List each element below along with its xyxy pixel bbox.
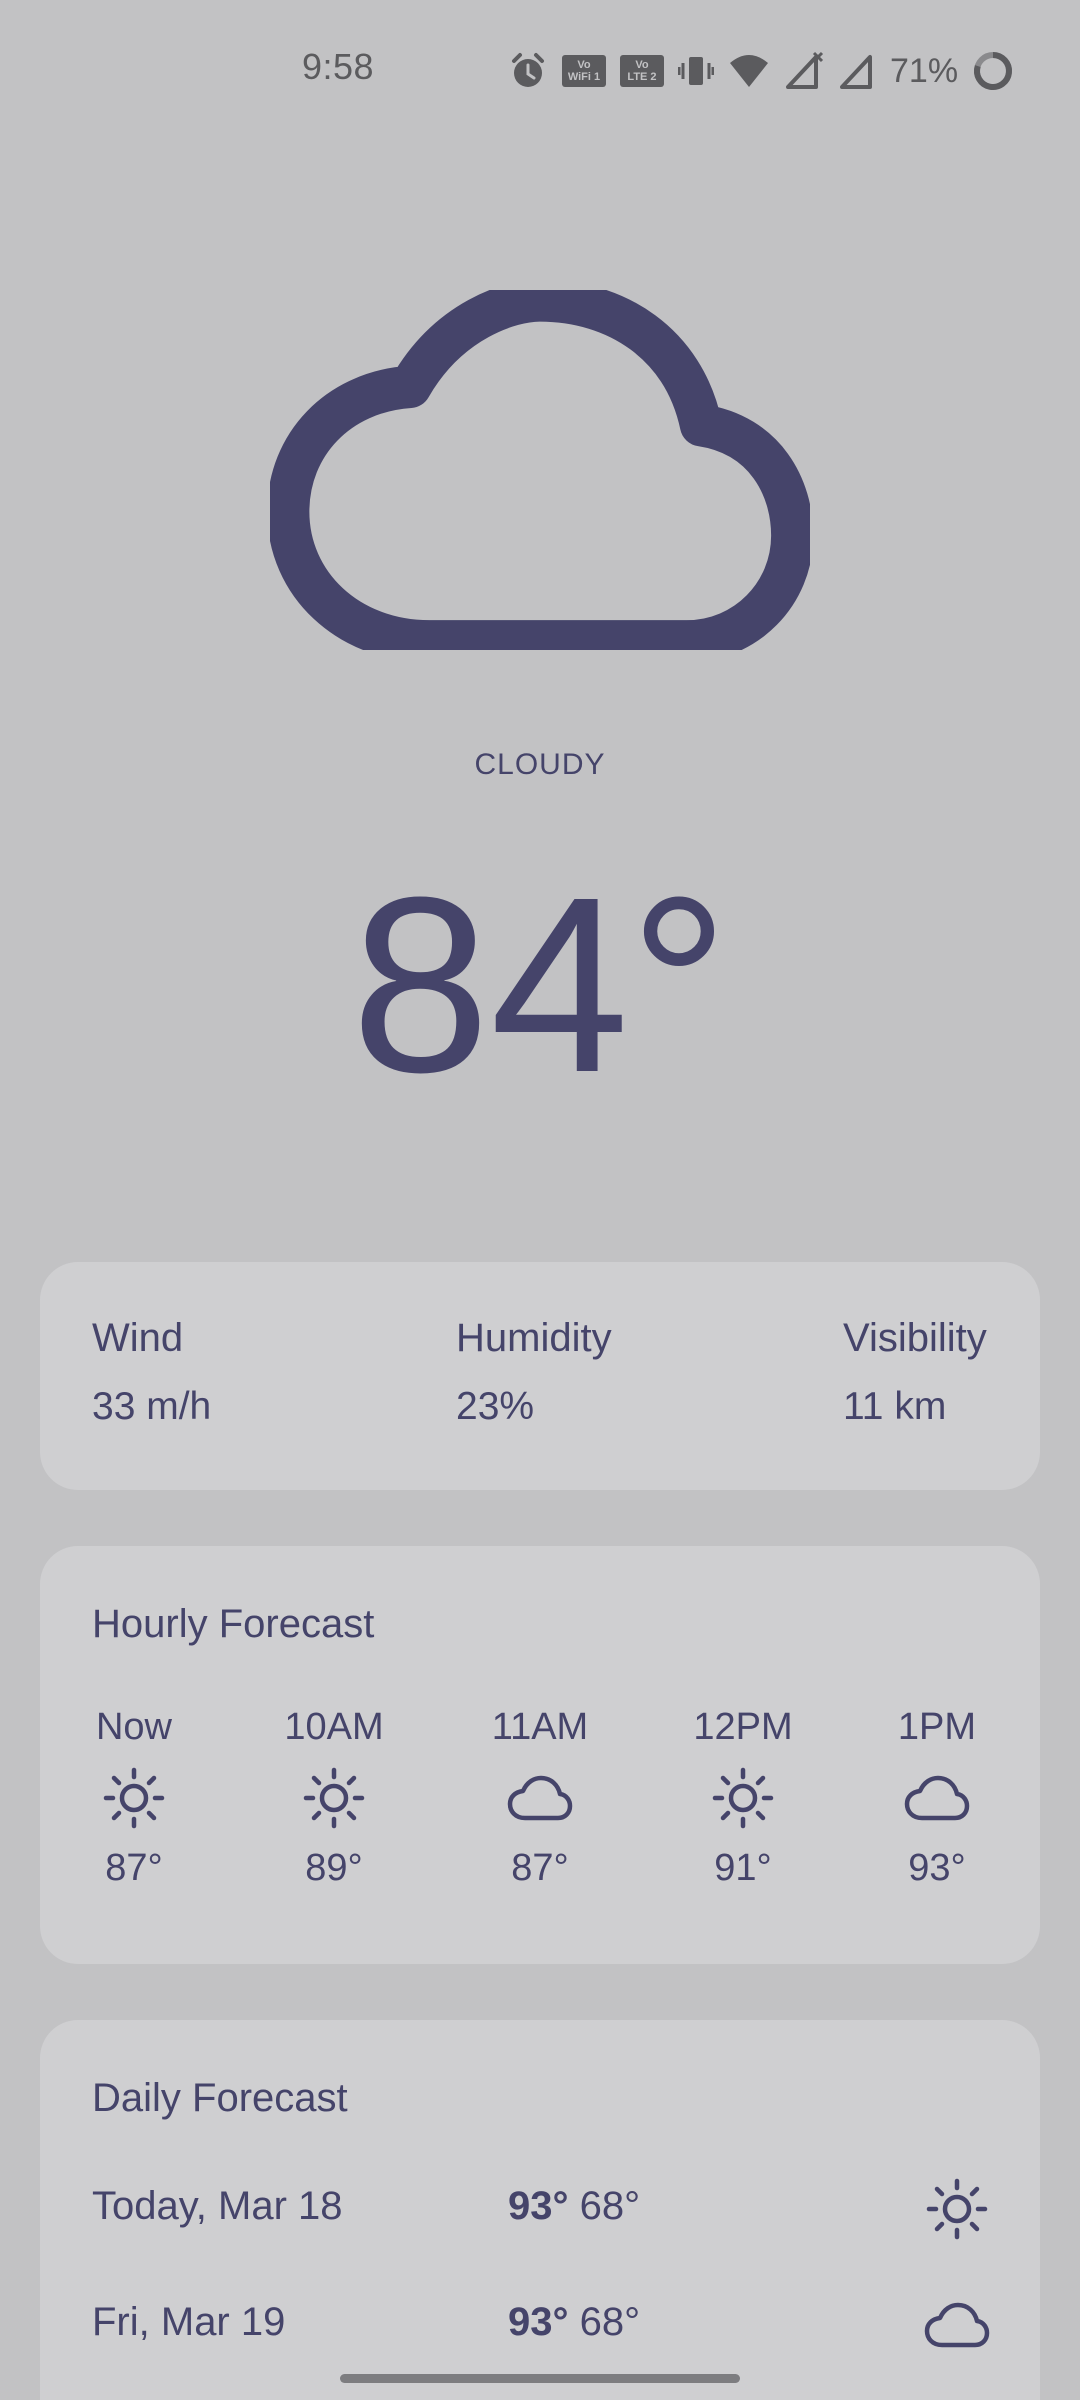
day-name: Today, Mar 18 (92, 2184, 343, 2228)
sun-icon (922, 2174, 992, 2244)
cloud-icon (857, 1763, 1017, 1833)
hourly-item: 12PM 91° (663, 1706, 823, 1890)
hour-time: 11AM (491, 1706, 589, 1748)
current-condition: CLOUDY (474, 748, 606, 781)
hourly-forecast-card[interactable]: Hourly Forecast Now 87° 10AM 89° 11AM 87… (40, 1546, 1040, 1964)
cloud-icon (922, 2290, 992, 2360)
status-bar: 9:58 Vo WiFi 1 Vo LTE 2 71% (0, 0, 1080, 140)
wind-value: 33 m/h (92, 1385, 212, 1428)
hour-time: 10AM (284, 1706, 384, 1748)
sun-icon (54, 1763, 214, 1833)
wifi-icon (728, 51, 770, 91)
day-high: 93° (508, 2184, 569, 2228)
battery-percent: 71% (890, 51, 959, 90)
hour-time: 12PM (693, 1706, 793, 1748)
day-low: 68° (579, 2300, 641, 2344)
daily-row: Fri, Mar 19 93° 68° (92, 2290, 992, 2360)
hourly-item: Now 87° (54, 1706, 214, 1890)
hourly-item: 10AM 89° (254, 1706, 414, 1890)
daily-forecast-card[interactable]: Daily Forecast Today, Mar 18 93° 68° Fri… (40, 2020, 1040, 2400)
sun-icon (663, 1763, 823, 1833)
status-icons: Vo WiFi 1 Vo LTE 2 71% (508, 46, 1014, 96)
day-high: 93° (508, 2300, 569, 2344)
daily-forecast-title: Daily Forecast (92, 2076, 348, 2120)
day-temps: 93° 68° (508, 2184, 640, 2229)
hour-time: Now (95, 1706, 173, 1748)
hour-temp: 93° (908, 1847, 966, 1889)
day-low: 68° (579, 2184, 641, 2228)
hour-temp: 89° (305, 1847, 363, 1889)
wind-label: Wind (92, 1316, 184, 1360)
hour-temp: 87° (511, 1847, 569, 1889)
volte-wifi-icon: Vo WiFi 1 (562, 55, 606, 87)
hour-temp: 87° (105, 1847, 163, 1889)
visibility-stat: Visibility 11 km (843, 1316, 987, 1429)
day-temps: 93° 68° (508, 2300, 640, 2345)
volte-lte-icon: Vo LTE 2 (620, 55, 664, 87)
vibrate-icon (678, 51, 714, 91)
battery-icon (972, 50, 1014, 92)
cloud-icon (460, 1763, 620, 1833)
visibility-label: Visibility (843, 1316, 987, 1360)
sun-icon (254, 1763, 414, 1833)
signal-icon-sim1 (784, 51, 824, 91)
hourly-forecast-title: Hourly Forecast (92, 1602, 375, 1646)
status-time: 9:58 (302, 46, 375, 87)
alarm-icon (508, 51, 548, 91)
humidity-stat: Humidity 23% (456, 1316, 612, 1429)
day-name: Fri, Mar 19 (92, 2300, 286, 2344)
hourly-item: 1PM 93° (857, 1706, 1017, 1890)
current-temperature: 84° (350, 845, 730, 1124)
visibility-value: 11 km (843, 1385, 947, 1428)
wind-stat: Wind 33 m/h (92, 1316, 211, 1429)
hour-temp: 91° (714, 1847, 772, 1889)
daily-row: Today, Mar 18 93° 68° (92, 2174, 992, 2244)
cloud-icon (267, 279, 814, 663)
humidity-label: Humidity (456, 1316, 612, 1360)
signal-icon-sim2 (838, 51, 876, 91)
humidity-value: 23% (456, 1385, 535, 1428)
home-indicator[interactable] (340, 2374, 740, 2383)
hour-time: 1PM (897, 1706, 977, 1748)
hourly-item: 11AM 87° (460, 1706, 620, 1890)
conditions-card: Wind 33 m/h Humidity 23% Visibility 11 k… (40, 1262, 1040, 1490)
weather-screen: 9:58 Vo WiFi 1 Vo LTE 2 71% CLOUDY 84° W… (0, 0, 1080, 2400)
